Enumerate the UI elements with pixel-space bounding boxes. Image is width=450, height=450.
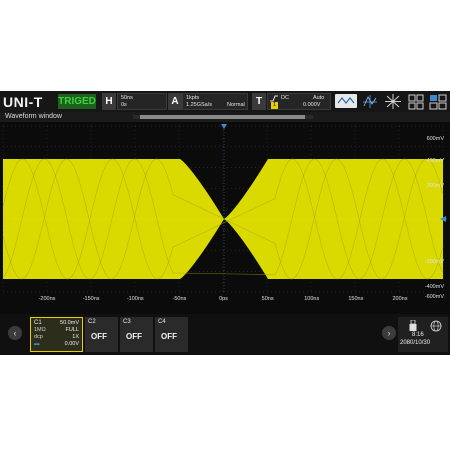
acquire-key[interactable]: A (168, 93, 182, 110)
x-axis-label: 100ns (304, 296, 320, 302)
oscilloscope-screen: UNI-T TRIGED H 50ns 0s A 1kpts 1.25GSa/s… (0, 91, 450, 355)
scroll-right-button[interactable]: › (382, 326, 396, 340)
y-axis-label: 400mV (426, 158, 444, 164)
waveform-canvas (2, 124, 447, 293)
memory-view-window[interactable] (140, 115, 305, 119)
y-axis-label: -400mV (424, 284, 444, 290)
brand-logo: UNI-T (3, 93, 43, 110)
trigger-sweep: Auto (313, 95, 325, 101)
y-axis-label: 200mV (426, 183, 444, 189)
clock-date: 2080/10/30 (400, 340, 431, 346)
channel3-tile[interactable]: C3 OFF (120, 317, 153, 352)
acquire-mode: Normal (227, 102, 245, 108)
channel1-scale: 50.0mV (60, 320, 79, 326)
measure-icon[interactable] (335, 94, 357, 108)
trigger-source-badge: 1 (271, 102, 278, 109)
channel2-state: OFF (91, 332, 107, 341)
trigger-coupling: DC (281, 95, 289, 101)
y-axis-label: -600mV (424, 294, 444, 300)
x-axis-label: -50ns (172, 296, 187, 302)
channel4-tile[interactable]: C4 OFF (155, 317, 188, 352)
sample-rate: 1.25GSa/s (186, 102, 212, 108)
channel1-impedance: 1MΩ (34, 327, 46, 333)
close-grid-icon[interactable] (383, 93, 403, 110)
scroll-left-button[interactable]: ‹ (8, 326, 22, 340)
x-axis-label: 150ns (348, 296, 364, 302)
horizontal-panel[interactable]: 50ns 0s (117, 93, 167, 110)
x-axis-label: -150ns (82, 296, 100, 302)
usb-icon (409, 320, 417, 331)
acquire-panel[interactable]: 1kpts 1.25GSa/s Normal (182, 93, 248, 110)
waveform-plot[interactable]: 600mV 400mV 200mV -200mV -400mV -600mV -200ns… (0, 122, 450, 306)
trigger-panel[interactable]: DC 1 Auto 0.000V (267, 93, 331, 110)
horizontal-key[interactable]: H (102, 93, 116, 110)
waveform-window-titlebar: Waveform window (0, 112, 450, 122)
x-axis-label: -200ns (38, 296, 56, 302)
window-layout-icon[interactable] (428, 93, 448, 110)
network-icon (430, 320, 442, 332)
x-axis-label: 200ns (392, 296, 408, 302)
channel4-name: C4 (158, 319, 166, 325)
channel1-coupling: dcp (34, 334, 43, 340)
channel1-offset-icon: ▬ (34, 341, 40, 347)
channel2-name: C2 (88, 319, 96, 325)
brand-name: UNI-T (3, 93, 43, 110)
x-axis-label: -100ns (126, 296, 144, 302)
trigger-level: 0.000V (303, 102, 321, 108)
channel1-offset: 0.00V (64, 341, 79, 347)
bottom-channel-bar: ‹ C1 50.0mV 1MΩ FULL dcp 1X ▬ 0.00V C2 O… (0, 314, 450, 355)
window-title: Waveform window (5, 113, 62, 120)
layout-icon[interactable] (406, 93, 426, 110)
x-axis-label: 50ns (261, 296, 274, 302)
trigger-key[interactable]: T (252, 93, 266, 110)
channel1-tile[interactable]: C1 50.0mV 1MΩ FULL dcp 1X ▬ 0.00V (30, 317, 83, 352)
channel1-bandwidth: FULL (65, 327, 79, 333)
channel3-state: OFF (126, 332, 142, 341)
x-axis-label: 0ps (219, 296, 228, 302)
channel2-tile[interactable]: C2 OFF (85, 317, 118, 352)
trigger-edge-icon (270, 95, 278, 102)
trigger-status-badge: TRIGED (58, 94, 96, 109)
channel1-name: C1 (34, 320, 42, 326)
y-axis-label: -200mV (424, 259, 444, 265)
cursor-icon[interactable] (360, 93, 380, 110)
y-axis-label: 600mV (426, 136, 444, 142)
horizontal-offset: 0s (121, 102, 127, 108)
top-status-bar: UNI-T TRIGED H 50ns 0s A 1kpts 1.25GSa/s… (0, 91, 450, 112)
memory-depth: 1kpts (186, 95, 200, 101)
channel4-state: OFF (161, 332, 177, 341)
channel1-probe: 1X (72, 334, 79, 340)
timebase-value: 50ns (121, 95, 133, 101)
trigger-position-marker[interactable] (221, 124, 227, 129)
clock-time: 8:16 (412, 332, 424, 338)
channel3-name: C3 (123, 319, 131, 325)
